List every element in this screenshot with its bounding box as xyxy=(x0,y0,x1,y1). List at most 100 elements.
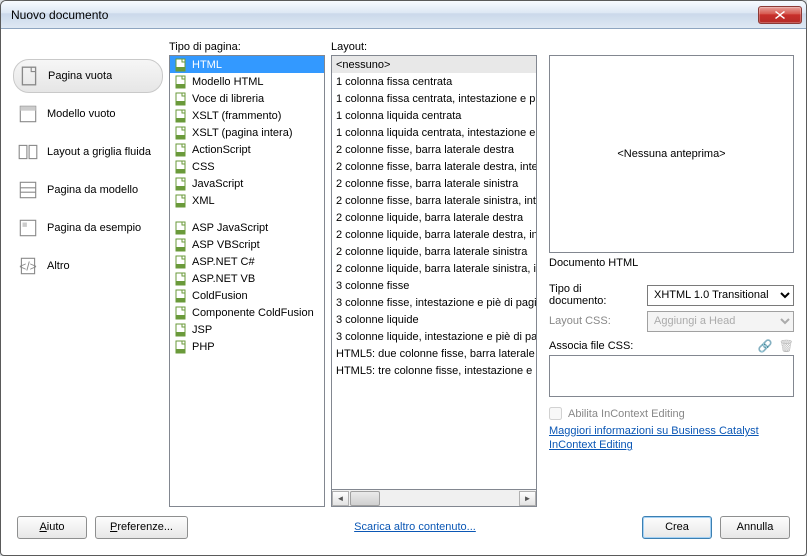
page-type-item[interactable]: CSS xyxy=(170,158,324,175)
layoutcss-label: Layout CSS: xyxy=(549,315,641,327)
cancel-button[interactable]: Annulla xyxy=(720,516,790,539)
category-pagina-da-esempio[interactable]: Pagina da esempio xyxy=(13,211,163,245)
page-type-item[interactable]: ASP VBScript xyxy=(170,236,324,253)
page-type-header: Tipo di pagina: xyxy=(169,41,325,55)
layoutcss-select: Aggiungi a Head xyxy=(647,311,794,332)
scroll-right-icon[interactable]: ► xyxy=(519,491,536,506)
page-type-item[interactable]: ASP JavaScript xyxy=(170,219,324,236)
titlebar: Nuovo documento xyxy=(1,1,806,29)
file-icon xyxy=(174,289,188,303)
layout-item[interactable]: 3 colonne liquide, intestazione e piè di… xyxy=(332,328,536,345)
page-type-label: Voce di libreria xyxy=(192,93,264,105)
page-type-label: XSLT (frammento) xyxy=(192,110,281,122)
layout-item[interactable]: 2 colonne liquide, barra laterale sinist… xyxy=(332,260,536,277)
page-type-label: Modello HTML xyxy=(192,76,264,88)
preview-caption: Documento HTML xyxy=(549,257,794,269)
layout-item[interactable]: <nessuno> xyxy=(332,56,536,73)
preferences-button[interactable]: Preferenze... xyxy=(95,516,188,539)
page-type-label: ASP JavaScript xyxy=(192,222,268,234)
page-type-item[interactable]: ASP.NET C# xyxy=(170,253,324,270)
page-type-label: XSLT (pagina intera) xyxy=(192,127,292,139)
layout-item[interactable]: HTML5: tre colonne fisse, intestazione e… xyxy=(332,362,536,379)
layout-item[interactable]: 1 colonna liquida centrata, intestazione… xyxy=(332,124,536,141)
page-type-label: JavaScript xyxy=(192,178,243,190)
category-altro[interactable]: </> Altro xyxy=(13,249,163,283)
file-icon xyxy=(174,306,188,320)
preview-box: <Nessuna anteprima> xyxy=(549,55,794,253)
layout-item[interactable]: 1 colonna liquida centrata xyxy=(332,107,536,124)
category-modello-vuoto[interactable]: Modello vuoto xyxy=(13,97,163,131)
category-label: Layout a griglia fluida xyxy=(47,146,151,158)
layout-item[interactable]: 3 colonne liquide xyxy=(332,311,536,328)
layout-item[interactable]: 2 colonne fisse, barra laterale sinistra… xyxy=(332,192,536,209)
file-icon xyxy=(174,75,188,89)
layout-item[interactable]: 2 colonne fisse, barra laterale sinistra xyxy=(332,175,536,192)
page-type-item[interactable]: PHP xyxy=(170,338,324,355)
doctype-select[interactable]: XHTML 1.0 Transitional xyxy=(647,285,794,306)
page-type-item[interactable]: XSLT (frammento) xyxy=(170,107,324,124)
file-icon xyxy=(174,92,188,106)
layout-item[interactable]: 2 colonne fisse, barra laterale destra xyxy=(332,141,536,158)
page-type-label: ASP.NET VB xyxy=(192,273,255,285)
layout-item[interactable]: 1 colonna fissa centrata xyxy=(332,73,536,90)
layout-hscrollbar[interactable]: ◄ ► xyxy=(331,490,537,507)
delete-css-icon[interactable]: 🗑 xyxy=(779,339,794,353)
page-type-item[interactable]: Modello HTML xyxy=(170,73,324,90)
layout-list[interactable]: <nessuno>1 colonna fissa centrata1 colon… xyxy=(331,55,537,490)
page-type-label: ColdFusion xyxy=(192,290,248,302)
category-label: Altro xyxy=(47,260,70,272)
layout-item[interactable]: 1 colonna fissa centrata, intestazione e… xyxy=(332,90,536,107)
page-type-item[interactable]: Voce di libreria xyxy=(170,90,324,107)
category-label: Modello vuoto xyxy=(47,108,116,120)
category-icon: </> xyxy=(17,255,39,277)
page-type-item[interactable]: ASP.NET VB xyxy=(170,270,324,287)
page-type-label: ASP.NET C# xyxy=(192,256,255,268)
close-button[interactable] xyxy=(758,6,802,24)
page-type-list[interactable]: HTML Modello HTML Voce di libreria XSLT (fr… xyxy=(169,55,325,507)
category-pagina-vuota[interactable]: Pagina vuota xyxy=(13,59,163,93)
file-icon xyxy=(174,177,188,191)
page-type-item[interactable]: ColdFusion xyxy=(170,287,324,304)
page-type-item[interactable]: ActionScript xyxy=(170,141,324,158)
page-type-item[interactable]: Componente ColdFusion xyxy=(170,304,324,321)
category-icon xyxy=(17,217,39,239)
layout-item[interactable]: 3 colonne fisse xyxy=(332,277,536,294)
page-type-item[interactable]: JSP xyxy=(170,321,324,338)
page-type-item[interactable]: XSLT (pagina intera) xyxy=(170,124,324,141)
page-type-label: Componente ColdFusion xyxy=(192,307,314,319)
page-type-label: CSS xyxy=(192,161,215,173)
category-icon xyxy=(18,65,40,87)
svg-text:</>: </> xyxy=(19,259,37,273)
file-icon xyxy=(174,238,188,252)
scroll-thumb[interactable] xyxy=(350,491,380,506)
layout-item[interactable]: 2 colonne liquide, barra laterale destra xyxy=(332,209,536,226)
page-type-item[interactable]: HTML xyxy=(170,56,324,73)
page-type-label: PHP xyxy=(192,341,215,353)
page-type-label: JSP xyxy=(192,324,212,336)
category-layout-a-griglia-fluida[interactable]: Layout a griglia fluida xyxy=(13,135,163,169)
incontext-label: Abilita InContext Editing xyxy=(568,408,685,420)
category-label: Pagina da modello xyxy=(47,184,138,196)
assoc-css-list[interactable] xyxy=(549,355,794,397)
category-icon xyxy=(17,141,39,163)
layout-item[interactable]: HTML5: due colonne fisse, barra laterale… xyxy=(332,345,536,362)
category-label: Pagina da esempio xyxy=(47,222,141,234)
file-icon xyxy=(174,340,188,354)
layout-item[interactable]: 2 colonne liquide, barra laterale destra… xyxy=(332,226,536,243)
download-link[interactable]: Scarica altro contenuto... xyxy=(354,521,476,533)
page-type-item[interactable]: JavaScript xyxy=(170,175,324,192)
dialog-footer: Aiuto Preferenze... Scarica altro conten… xyxy=(13,507,794,547)
layout-item[interactable]: 2 colonne fisse, barra laterale destra, … xyxy=(332,158,536,175)
preview-placeholder: <Nessuna anteprima> xyxy=(617,148,725,160)
doctype-label: Tipo di documento: xyxy=(549,283,641,307)
page-type-item[interactable]: XML xyxy=(170,192,324,209)
category-pagina-da-modello[interactable]: Pagina da modello xyxy=(13,173,163,207)
scroll-left-icon[interactable]: ◄ xyxy=(332,491,349,506)
create-button[interactable]: Crea xyxy=(642,516,712,539)
layout-item[interactable]: 2 colonne liquide, barra laterale sinist… xyxy=(332,243,536,260)
help-button[interactable]: Aiuto xyxy=(17,516,87,539)
incontext-info-link[interactable]: Maggiori informazioni su Business Cataly… xyxy=(549,424,794,452)
link-css-icon[interactable]: 🔗 xyxy=(758,339,773,353)
layout-item[interactable]: 3 colonne fisse, intestazione e piè di p… xyxy=(332,294,536,311)
category-label: Pagina vuota xyxy=(48,70,112,82)
